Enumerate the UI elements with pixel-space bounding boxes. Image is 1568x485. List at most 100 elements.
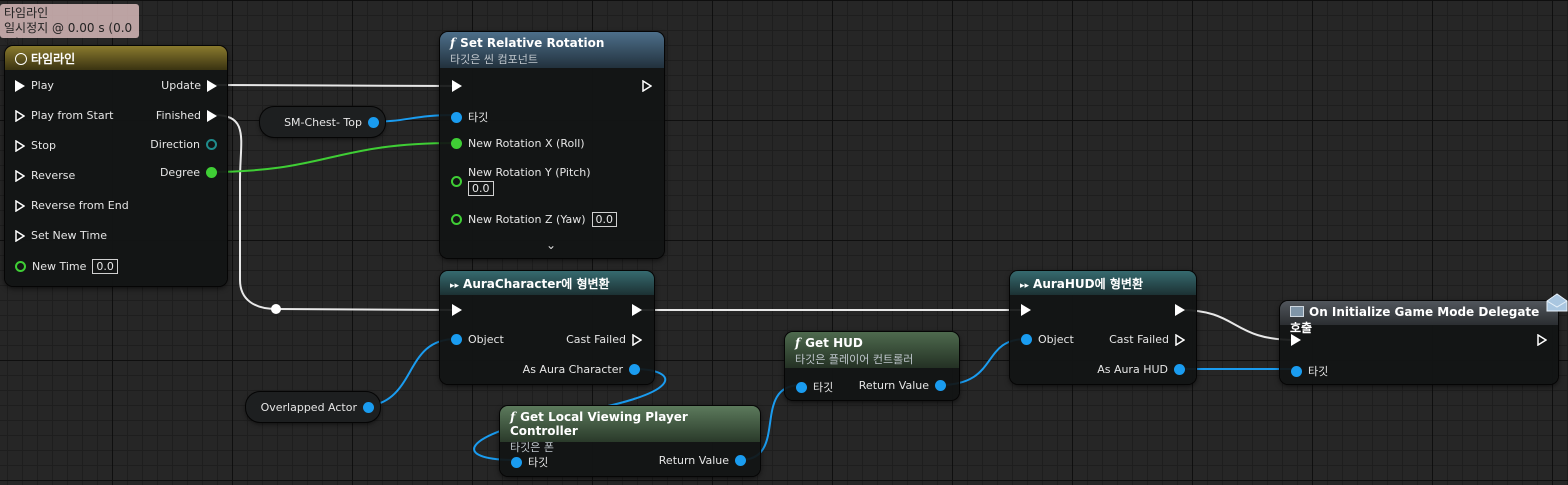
pin-play-from-start[interactable]: Play from Start [15, 109, 119, 122]
pin-finished[interactable]: Finished [150, 109, 217, 122]
pin-play[interactable]: Play [15, 79, 60, 92]
pin-exec-out[interactable] [1537, 334, 1547, 346]
float-pin-icon[interactable] [451, 138, 462, 149]
get-hud-header[interactable]: f Get HUD 타깃은 플레이어 컨트롤러 [785, 332, 959, 368]
float-pin-icon[interactable] [451, 176, 462, 187]
pin-target[interactable]: 타깃 [796, 379, 839, 395]
object-pin-icon[interactable] [451, 111, 462, 123]
exec-in-icon[interactable] [1291, 334, 1301, 346]
pin-rotation-y[interactable]: New Rotation Y (Pitch) 0.0 [451, 166, 591, 196]
pin-exec-out[interactable] [1175, 304, 1185, 316]
exec-out-icon[interactable] [207, 109, 217, 122]
exec-out-icon[interactable] [1175, 304, 1185, 316]
pin-new-time[interactable]: New Time 0.0 [15, 259, 118, 274]
exec-out-icon[interactable] [632, 304, 642, 316]
node-title: AuraCharacter에 형변환 [463, 277, 610, 291]
pin-exec-in[interactable] [1021, 304, 1031, 316]
get-hud-node[interactable]: f Get HUD 타깃은 플레이어 컨트롤러 타깃 Return Value [785, 332, 959, 400]
object-pin-icon[interactable] [629, 364, 640, 375]
chevron-down-icon[interactable]: ⌄ [546, 238, 556, 252]
enum-pin-icon[interactable] [206, 139, 217, 150]
glv-header[interactable]: f Get Local Viewing Player Controller 타깃은… [500, 406, 760, 454]
cast-to-aura-hud-node[interactable]: ▸▸ AuraHUD에 형변환 Object Cast Failed As Aur… [1010, 271, 1196, 384]
delegate-node-header[interactable]: On Initialize Game Mode Delegate 호출 [1280, 301, 1558, 335]
pin-as-aura-hud[interactable]: As Aura HUD [1091, 363, 1185, 376]
pin-rotation-x[interactable]: New Rotation X (Roll) [451, 137, 591, 150]
exec-in-icon[interactable] [15, 229, 25, 242]
get-local-viewing-player-controller-node[interactable]: f Get Local Viewing Player Controller 타깃은… [500, 406, 760, 476]
pin-object[interactable]: Object [1021, 333, 1080, 346]
overlapped-actor-variable[interactable]: Overlapped Actor [246, 392, 380, 422]
pin-direction[interactable]: Direction [144, 138, 217, 151]
timeline-node-header[interactable]: 타임라인 [5, 46, 227, 70]
cast-node-header[interactable]: ▸▸ AuraHUD에 형변환 [1010, 271, 1196, 295]
node-title: AuraHUD에 형변환 [1033, 277, 1143, 291]
pin-exec-in[interactable] [452, 80, 462, 92]
pin-reverse[interactable]: Reverse [15, 169, 81, 182]
cast-icon: ▸▸ [1020, 281, 1030, 291]
pin-stop[interactable]: Stop [15, 139, 62, 152]
pin-exec-out[interactable] [632, 304, 642, 316]
exec-out-icon[interactable] [632, 333, 642, 346]
pin-exec-in[interactable] [1291, 334, 1301, 346]
object-pin-icon[interactable] [451, 334, 462, 345]
pin-label: Cast Failed [1109, 333, 1169, 346]
pin-as-aura-character[interactable]: As Aura Character [517, 363, 640, 376]
pin-return-value[interactable]: Return Value [853, 379, 946, 392]
exec-out-icon[interactable] [207, 79, 217, 92]
pin-rotation-z[interactable]: New Rotation Z (Yaw) 0.0 [451, 212, 618, 227]
exec-out-icon[interactable] [642, 80, 652, 92]
new-time-value-field[interactable]: 0.0 [92, 259, 118, 274]
cast-node-header[interactable]: ▸▸ AuraCharacter에 형변환 [440, 271, 654, 295]
pin-target[interactable]: 타깃 [511, 454, 554, 470]
node-title: On Initialize Game Mode Delegate 호출 [1290, 305, 1540, 335]
float-pin-icon[interactable] [206, 167, 217, 178]
set-relative-rotation-node[interactable]: f Set Relative Rotation 타깃은 씬 컴포넌트 타깃 New… [440, 32, 664, 258]
exec-in-icon[interactable] [15, 109, 25, 122]
object-pin-icon[interactable] [1174, 364, 1185, 375]
pin-target[interactable]: 타깃 [1291, 363, 1334, 379]
exec-in-icon[interactable] [1021, 304, 1031, 316]
pin-set-new-time[interactable]: Set New Time [15, 229, 113, 242]
object-pin-icon[interactable] [511, 456, 522, 468]
object-pin-icon[interactable] [735, 455, 746, 466]
exec-in-icon[interactable] [15, 199, 25, 212]
cast-to-aura-character-node[interactable]: ▸▸ AuraCharacter에 형변환 Object Cast Failed … [440, 271, 654, 384]
float-pin-icon[interactable] [451, 214, 462, 225]
node-title: Get HUD [805, 336, 863, 350]
pin-label: Object [1038, 333, 1074, 346]
set-relative-rotation-header[interactable]: f Set Relative Rotation 타깃은 씬 컴포넌트 [440, 32, 664, 68]
rotation-z-value-field[interactable]: 0.0 [591, 212, 618, 227]
object-pin-icon[interactable] [935, 380, 946, 391]
exec-in-icon[interactable] [452, 80, 462, 92]
pin-target[interactable]: 타깃 [451, 109, 494, 125]
exec-in-icon[interactable] [15, 169, 25, 182]
pin-degree[interactable]: Degree [154, 166, 217, 179]
pin-reverse-from-end[interactable]: Reverse from End [15, 199, 135, 212]
timeline-node[interactable]: 타임라인 Play Play from Start Stop Reverse R… [5, 46, 227, 286]
pin-object[interactable]: Object [451, 333, 510, 346]
object-pin-icon[interactable] [1291, 365, 1302, 377]
pin-exec-in[interactable] [452, 304, 462, 316]
object-pin-icon[interactable] [363, 401, 374, 413]
function-icon: f [795, 336, 801, 350]
exec-in-icon[interactable] [15, 139, 25, 152]
pin-exec-out[interactable] [642, 80, 652, 92]
float-pin-icon[interactable] [15, 261, 26, 272]
call-on-initialize-game-mode-delegate-node[interactable]: On Initialize Game Mode Delegate 호출 타깃 [1280, 301, 1558, 384]
sm-chest-top-variable[interactable]: SM-Chest- Top [260, 107, 385, 137]
exec-out-icon[interactable] [1537, 334, 1547, 346]
object-pin-icon[interactable] [368, 116, 379, 128]
pin-return-value[interactable]: Return Value [653, 454, 746, 467]
wire-layer [206, 84, 1297, 461]
exec-in-icon[interactable] [15, 79, 25, 92]
exec-in-icon[interactable] [452, 304, 462, 316]
object-pin-icon[interactable] [1021, 334, 1032, 345]
pin-label: As Aura HUD [1097, 363, 1168, 376]
pin-cast-failed[interactable]: Cast Failed [1103, 333, 1185, 346]
object-pin-icon[interactable] [796, 381, 807, 393]
exec-out-icon[interactable] [1175, 333, 1185, 346]
pin-update[interactable]: Update [155, 79, 217, 92]
rotation-y-value-field[interactable]: 0.0 [468, 181, 494, 196]
pin-cast-failed[interactable]: Cast Failed [560, 333, 642, 346]
